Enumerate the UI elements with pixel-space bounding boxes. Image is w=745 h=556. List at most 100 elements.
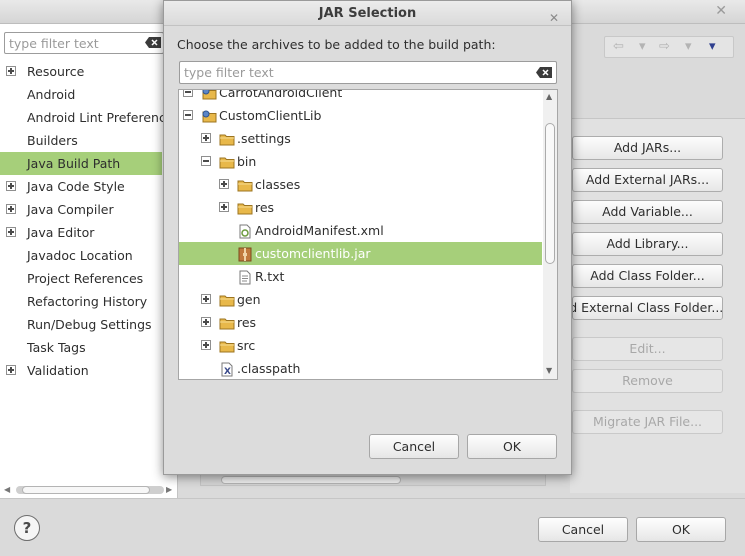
folder-icon — [219, 154, 235, 169]
sidebar-item[interactable]: Validation — [0, 359, 178, 382]
sidebar-item[interactable]: Java Compiler — [0, 198, 178, 221]
collapse-icon[interactable] — [183, 90, 193, 97]
expand-icon[interactable] — [6, 365, 16, 375]
build-path-button[interactable]: Add Library... — [572, 232, 723, 256]
scroll-right-icon[interactable]: ▶ — [166, 485, 172, 494]
build-path-button[interactable]: Migrate JAR File... — [572, 410, 723, 434]
tree-row[interactable]: .settings — [179, 127, 542, 150]
sidebar-item[interactable]: Javadoc Location — [0, 244, 178, 267]
build-path-button[interactable]: Add Class Folder... — [572, 264, 723, 288]
clear-filter-icon[interactable] — [536, 67, 552, 78]
folder-icon — [219, 315, 235, 330]
tree-item-label: AndroidManifest.xml — [255, 223, 384, 238]
tree-row[interactable]: bin — [179, 150, 542, 173]
tree-item-label: bin — [237, 154, 257, 169]
folder-icon — [219, 338, 235, 353]
build-path-button[interactable]: Remove — [572, 369, 723, 393]
scroll-thumb[interactable] — [22, 486, 150, 494]
preferences-tree: Resource Android Android Lint Preferences B… — [0, 60, 178, 382]
expand-icon[interactable] — [219, 202, 229, 212]
preferences-filter-input[interactable] — [5, 33, 141, 53]
sidebar-item-label: Project References — [27, 271, 144, 286]
expand-icon[interactable] — [201, 294, 211, 304]
properties-cancel-button[interactable]: Cancel — [538, 517, 628, 542]
sidebar-item[interactable]: Java Build Path — [0, 152, 162, 175]
back-icon[interactable]: ⇦ — [613, 39, 624, 54]
expand-icon[interactable] — [201, 340, 211, 350]
tree-row[interactable]: res — [179, 311, 542, 334]
tree-row[interactable]: CarrotAndroidClient — [179, 90, 542, 104]
tree-row[interactable]: res — [179, 196, 542, 219]
build-path-button[interactable]: Add Variable... — [572, 200, 723, 224]
tree-item-label: customclientlib.jar — [255, 246, 371, 261]
scroll-up-icon[interactable]: ▲ — [546, 92, 552, 101]
build-path-button[interactable]: Add External Class Folder... — [572, 296, 723, 320]
sidebar-item[interactable]: Resource — [0, 60, 178, 83]
collapse-icon[interactable] — [201, 156, 211, 166]
archive-tree[interactable]: CarrotAndroidClient CustomClientLib .setti… — [178, 89, 558, 380]
dialog-cancel-button[interactable]: Cancel — [369, 434, 459, 459]
dialog-filter[interactable] — [179, 61, 557, 84]
view-menu-icon[interactable]: ▾ — [709, 39, 716, 54]
dialog-close-icon[interactable]: ✕ — [549, 6, 559, 31]
jar-selection-dialog: JAR Selection ✕ Choose the archives to b… — [163, 0, 572, 475]
expand-icon[interactable] — [6, 204, 16, 214]
tree-item-label: src — [237, 338, 256, 353]
preferences-filter[interactable] — [4, 32, 164, 54]
sidebar-item[interactable]: Android — [0, 83, 178, 106]
tree-row[interactable]: AndroidManifest.xml — [179, 219, 542, 242]
project-icon — [201, 108, 217, 123]
tree-row[interactable]: classes — [179, 173, 542, 196]
sidebar-item-label: Run/Debug Settings — [27, 317, 152, 332]
tree-item-label: R.txt — [255, 269, 285, 284]
tree-row[interactable]: src — [179, 334, 542, 357]
tree-row[interactable]: customclientlib.jar — [179, 242, 542, 265]
sidebar-item[interactable]: Java Code Style — [0, 175, 178, 198]
tree-item-label: .settings — [237, 131, 291, 146]
sidebar-item-label: Javadoc Location — [27, 248, 133, 263]
clear-filter-icon[interactable] — [145, 37, 161, 48]
xml-file-icon — [237, 223, 253, 239]
sidebar-horizontal-scrollbar[interactable]: ◀ ▶ — [4, 484, 174, 496]
expand-icon[interactable] — [6, 181, 16, 191]
sidebar-item[interactable]: Android Lint Preferences — [0, 106, 178, 129]
help-button[interactable]: ? — [14, 515, 40, 541]
libraries-horizontal-scrollbar[interactable] — [200, 474, 546, 486]
collapse-icon[interactable] — [183, 110, 193, 120]
tree-row[interactable]: R.txt — [179, 265, 542, 288]
tree-item-label: .classpath — [237, 361, 301, 376]
tree-row[interactable]: CustomClientLib — [179, 104, 542, 127]
expand-icon[interactable] — [6, 66, 16, 76]
folder-icon — [237, 200, 253, 215]
expand-icon[interactable] — [219, 179, 229, 189]
sidebar-item[interactable]: Run/Debug Settings — [0, 313, 178, 336]
scroll-left-icon[interactable]: ◀ — [4, 485, 10, 494]
text-file-icon — [237, 269, 253, 285]
tree-vertical-scrollbar[interactable]: ▲ ▼ — [543, 90, 557, 379]
build-path-button[interactable]: Edit... — [572, 337, 723, 361]
forward-menu-icon[interactable]: ▾ — [685, 39, 692, 54]
properties-close-icon[interactable]: ✕ — [715, 3, 727, 19]
properties-ok-button[interactable]: OK — [636, 517, 726, 542]
jar-file-icon — [237, 246, 253, 262]
sidebar-item[interactable]: Project References — [0, 267, 178, 290]
tree-row[interactable]: X .classpath — [179, 357, 542, 379]
sidebar-item[interactable]: Builders — [0, 129, 178, 152]
build-path-button[interactable]: Add External JARs... — [572, 168, 723, 192]
forward-icon[interactable]: ⇨ — [659, 39, 670, 54]
dialog-ok-button[interactable]: OK — [467, 434, 557, 459]
back-menu-icon[interactable]: ▾ — [639, 39, 646, 54]
scroll-thumb[interactable] — [221, 476, 401, 484]
tree-row[interactable]: gen — [179, 288, 542, 311]
sidebar-item[interactable]: Task Tags — [0, 336, 178, 359]
sidebar-item[interactable]: Refactoring History — [0, 290, 178, 313]
sidebar-item[interactable]: Java Editor — [0, 221, 178, 244]
expand-icon[interactable] — [6, 227, 16, 237]
dialog-filter-input[interactable] — [180, 62, 530, 83]
sidebar-item-label: Builders — [27, 133, 78, 148]
build-path-button[interactable]: Add JARs... — [572, 136, 723, 160]
scroll-down-icon[interactable]: ▼ — [546, 366, 552, 375]
expand-icon[interactable] — [201, 317, 211, 327]
scroll-thumb[interactable] — [545, 123, 555, 264]
expand-icon[interactable] — [201, 133, 211, 143]
